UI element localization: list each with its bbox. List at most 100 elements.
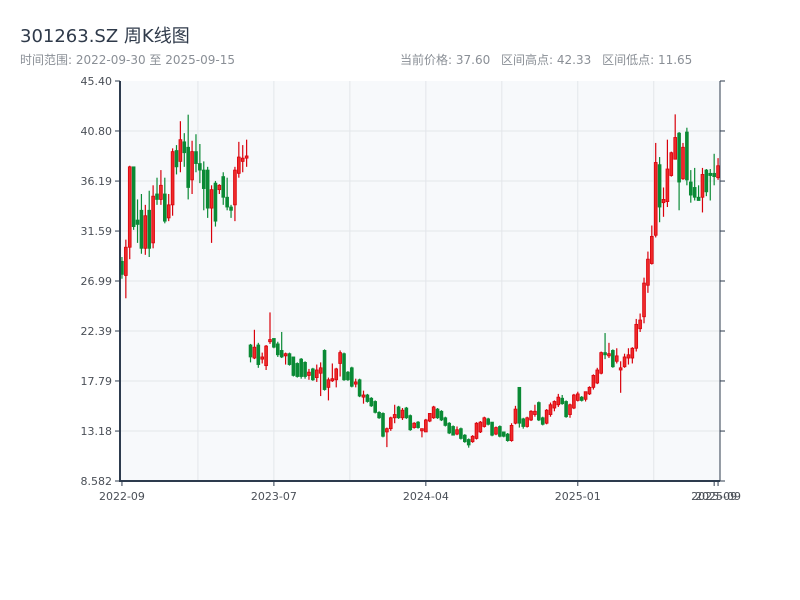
candle-up — [127, 165, 132, 260]
candle-body — [194, 151, 198, 164]
candle-down — [486, 417, 490, 426]
candle-body — [147, 209, 152, 249]
candle-body — [279, 350, 284, 358]
candle-body — [474, 422, 479, 439]
candle-down — [416, 421, 420, 429]
candle-body — [385, 428, 389, 433]
candle-body — [400, 409, 405, 419]
candle-down — [346, 371, 350, 381]
candle-body — [198, 163, 202, 171]
candle-body — [357, 379, 362, 397]
candle-body — [677, 132, 681, 183]
candle-body — [579, 396, 584, 401]
candle-body — [314, 369, 319, 378]
candle-body — [412, 422, 416, 428]
candle-body — [408, 415, 413, 431]
x-tick-label: 2025-01 — [555, 490, 601, 503]
candle-down — [443, 416, 448, 427]
candle-body — [650, 235, 654, 264]
candle-down — [704, 169, 709, 197]
candle-body — [135, 219, 140, 225]
candle-body — [264, 345, 268, 367]
candle-body — [303, 361, 307, 377]
candle-body — [163, 193, 167, 222]
candle-body — [182, 141, 187, 154]
candle-body — [459, 428, 463, 439]
candle-body — [275, 343, 280, 356]
candle-body — [159, 184, 163, 200]
candle-down — [365, 393, 370, 403]
candle-up — [494, 426, 498, 436]
candle-body — [583, 391, 588, 400]
candle-body — [373, 401, 377, 413]
candle-down — [396, 405, 401, 419]
candle-body — [513, 408, 518, 424]
candle-down — [369, 397, 374, 407]
candle-body — [505, 433, 510, 442]
candle-body — [244, 155, 249, 159]
candle-body — [470, 435, 475, 443]
candle-body — [424, 419, 428, 433]
candle-down — [611, 349, 615, 368]
candle-body — [501, 431, 506, 437]
x-tick-label: 2025-09 — [695, 490, 741, 503]
candle-body — [268, 339, 272, 343]
candle-down — [303, 361, 307, 379]
candle-body — [634, 323, 639, 349]
candle-body — [688, 181, 693, 196]
candle-body — [311, 368, 315, 381]
candle-body — [404, 407, 409, 419]
candle-body — [642, 282, 646, 318]
candle-down — [447, 422, 452, 435]
candle-body — [607, 353, 611, 357]
candle-body — [318, 367, 323, 374]
candle-body — [381, 413, 385, 437]
candle-up — [412, 422, 416, 429]
candle-down — [322, 349, 327, 391]
candle-body — [525, 417, 529, 427]
candle-body — [369, 397, 374, 407]
candle-body — [139, 209, 144, 249]
candle-body — [205, 169, 210, 209]
candle-body — [420, 428, 424, 432]
candle-body — [646, 258, 650, 286]
candle-up — [482, 416, 487, 428]
candle-body — [166, 204, 171, 219]
candle-down — [291, 356, 296, 377]
candle-body — [209, 189, 214, 209]
candle-body — [443, 417, 448, 426]
candle-body — [435, 408, 440, 419]
candle-body — [661, 199, 666, 204]
candle-body — [124, 246, 128, 276]
candle-body — [330, 378, 335, 382]
candle-body — [575, 393, 580, 401]
candle-body — [603, 352, 607, 356]
candle-up — [669, 151, 674, 177]
candle-body — [233, 169, 237, 206]
candle-body — [517, 386, 522, 424]
candle-up — [478, 421, 483, 434]
candle-up — [525, 416, 529, 428]
candle-body — [490, 421, 494, 436]
candle-down — [439, 410, 444, 422]
candle-up — [400, 408, 405, 420]
candle-body — [482, 417, 487, 427]
y-tick-label: 36.19 — [81, 175, 113, 188]
candle-up — [427, 413, 432, 423]
candle-body — [334, 368, 339, 381]
candle-up — [509, 423, 514, 442]
candle-body — [509, 424, 514, 442]
candle-body — [466, 439, 471, 446]
candle-body — [178, 139, 183, 162]
x-tick-label: 2022-09 — [99, 490, 145, 503]
candle-body — [365, 394, 370, 402]
candle-up — [587, 386, 592, 395]
candle-body — [521, 418, 526, 427]
candle-body — [685, 131, 689, 181]
candle-body — [186, 146, 190, 188]
candle-body — [377, 411, 381, 419]
candle-body — [587, 386, 592, 395]
candle-down — [451, 425, 455, 436]
candle-down — [540, 416, 545, 426]
candle-body — [299, 358, 303, 377]
